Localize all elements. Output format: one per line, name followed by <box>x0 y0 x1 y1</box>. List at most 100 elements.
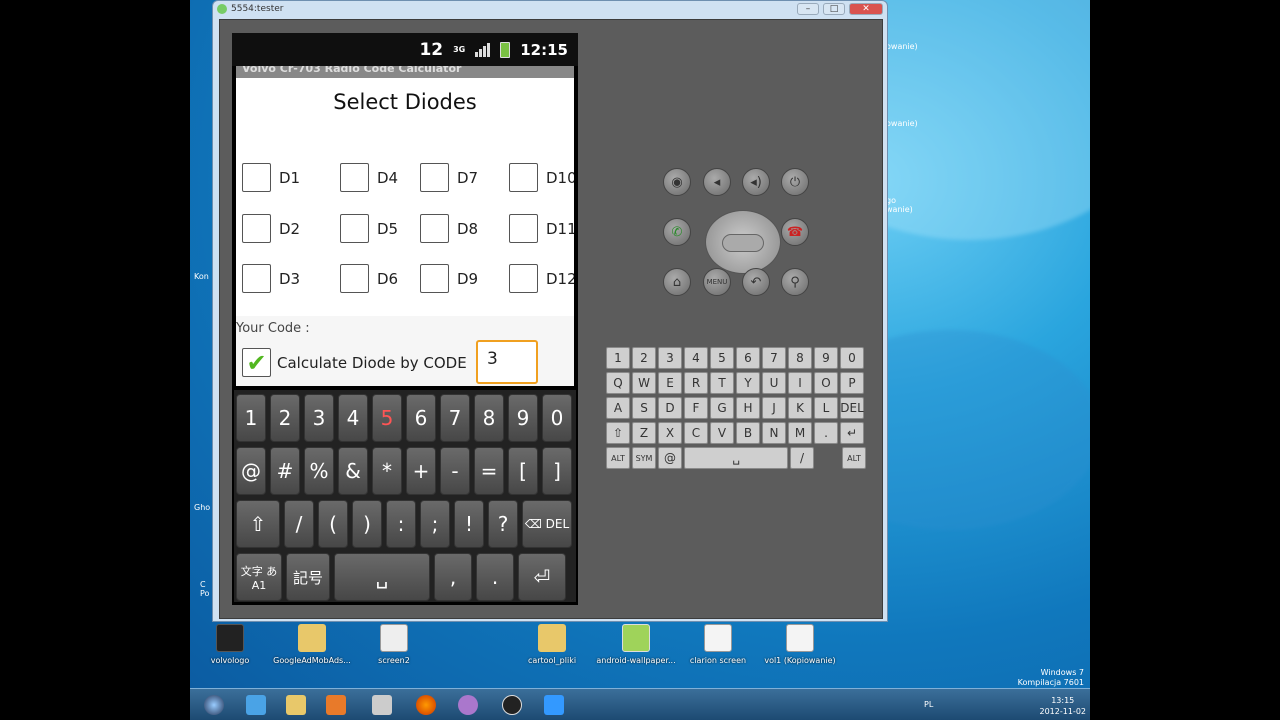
checkbox[interactable] <box>420 214 449 243</box>
diode-d10[interactable]: D10 <box>509 163 574 192</box>
hw-key[interactable]: D <box>658 397 682 419</box>
key[interactable]: 4 <box>338 394 368 442</box>
back-icon[interactable]: ↶ <box>742 268 770 296</box>
key[interactable]: ( <box>318 500 348 548</box>
hw-key[interactable]: 0 <box>840 347 864 369</box>
hw-key[interactable]: U <box>762 372 786 394</box>
space-key[interactable]: ␣ <box>334 553 430 601</box>
hw-key[interactable]: G <box>710 397 734 419</box>
hw-key[interactable]: F <box>684 397 708 419</box>
diode-d9[interactable]: D9 <box>420 264 478 293</box>
hw-key[interactable]: O <box>814 372 838 394</box>
hw-key[interactable]: ALT <box>606 447 630 469</box>
dpad-center[interactable] <box>722 234 764 252</box>
system-clock[interactable]: 13:15 2012-11-02 <box>1040 695 1087 717</box>
power-icon[interactable]: ⏻ <box>781 168 809 196</box>
hw-key[interactable]: 4 <box>684 347 708 369</box>
hw-key[interactable]: 3 <box>658 347 682 369</box>
checkbox[interactable] <box>509 163 538 192</box>
hw-key[interactable]: ↵ <box>840 422 864 444</box>
taskbar-app[interactable] <box>316 692 356 718</box>
hw-key[interactable]: Y <box>736 372 760 394</box>
diode-d11[interactable]: D11 <box>509 214 574 243</box>
checkbox[interactable] <box>420 264 449 293</box>
key[interactable]: [ <box>508 447 538 495</box>
hw-key[interactable]: 8 <box>788 347 812 369</box>
taskbar-app[interactable] <box>448 692 488 718</box>
desktop-icon[interactable]: vol1 (Kopiowanie) <box>760 624 840 665</box>
diode-d1[interactable]: D1 <box>242 163 300 192</box>
hw-key[interactable]: K <box>788 397 812 419</box>
hw-key[interactable]: C <box>684 422 708 444</box>
hw-key[interactable]: B <box>736 422 760 444</box>
shift-key[interactable]: ⇧ <box>236 500 280 548</box>
checkbox[interactable] <box>340 163 369 192</box>
key[interactable]: ? <box>488 500 518 548</box>
code-input[interactable]: 3 <box>476 340 538 384</box>
hw-key[interactable]: 5 <box>710 347 734 369</box>
home-icon[interactable]: ⌂ <box>663 268 691 296</box>
diode-d6[interactable]: D6 <box>340 264 398 293</box>
search-icon[interactable]: ⚲ <box>781 268 809 296</box>
hw-key[interactable]: ALT <box>842 447 866 469</box>
hw-key[interactable]: ␣ <box>684 447 788 469</box>
key[interactable]: @ <box>236 447 266 495</box>
taskbar-app[interactable] <box>276 692 316 718</box>
hw-key[interactable]: X <box>658 422 682 444</box>
hw-key[interactable]: 6 <box>736 347 760 369</box>
diode-d2[interactable]: D2 <box>242 214 300 243</box>
key[interactable]: 3 <box>304 394 334 442</box>
key[interactable]: : <box>386 500 416 548</box>
checkbox[interactable] <box>420 163 449 192</box>
desktop-icon[interactable]: cartool_pliki <box>512 624 592 665</box>
minimize-button[interactable]: – <box>797 3 819 15</box>
diode-d12[interactable]: D12 <box>509 264 574 293</box>
calc-by-code-option[interactable]: ✔ Calculate Diode by CODE <box>242 348 467 377</box>
key[interactable]: 8 <box>474 394 504 442</box>
volume-down-icon[interactable]: ◂ <box>703 168 731 196</box>
checkbox[interactable] <box>340 264 369 293</box>
taskbar-app[interactable] <box>534 692 574 718</box>
key[interactable]: % <box>304 447 334 495</box>
key[interactable]: ) <box>352 500 382 548</box>
key[interactable]: # <box>270 447 300 495</box>
checkbox[interactable] <box>509 264 538 293</box>
hw-key[interactable]: Z <box>632 422 656 444</box>
hw-key[interactable]: J <box>762 397 786 419</box>
hw-key[interactable]: H <box>736 397 760 419</box>
key[interactable]: * <box>372 447 402 495</box>
hw-key[interactable]: T <box>710 372 734 394</box>
input-mode-key[interactable]: 文字 あA1 <box>236 553 282 601</box>
hw-key[interactable]: Q <box>606 372 630 394</box>
hw-key[interactable]: L <box>814 397 838 419</box>
key[interactable]: ; <box>420 500 450 548</box>
symbol-key[interactable]: 記号 <box>286 553 330 601</box>
key[interactable]: , <box>434 553 472 601</box>
key[interactable]: = <box>474 447 504 495</box>
desktop-icon[interactable]: GoogleAdMobAds... <box>272 624 352 665</box>
hw-key[interactable]: N <box>762 422 786 444</box>
hw-key[interactable]: DEL <box>840 397 864 419</box>
key[interactable]: + <box>406 447 436 495</box>
taskbar-app[interactable] <box>362 692 402 718</box>
key[interactable]: . <box>476 553 514 601</box>
camera-icon[interactable]: ◉ <box>663 168 691 196</box>
hw-key[interactable]: I <box>788 372 812 394</box>
end-call-icon[interactable]: ☎ <box>781 218 809 246</box>
checkbox[interactable] <box>242 163 271 192</box>
hw-key[interactable]: V <box>710 422 734 444</box>
diode-d8[interactable]: D8 <box>420 214 478 243</box>
desktop-icon[interactable]: clarion screen <box>678 624 758 665</box>
diode-d3[interactable]: D3 <box>242 264 300 293</box>
checkbox[interactable] <box>340 214 369 243</box>
menu-icon[interactable]: MENU <box>703 268 731 296</box>
key[interactable]: ! <box>454 500 484 548</box>
key[interactable]: - <box>440 447 470 495</box>
hw-key[interactable]: 7 <box>762 347 786 369</box>
hw-key[interactable]: ⇧ <box>606 422 630 444</box>
key[interactable]: 1 <box>236 394 266 442</box>
close-button[interactable]: ✕ <box>849 3 883 15</box>
key[interactable]: 7 <box>440 394 470 442</box>
key[interactable]: 2 <box>270 394 300 442</box>
hw-key[interactable]: 9 <box>814 347 838 369</box>
